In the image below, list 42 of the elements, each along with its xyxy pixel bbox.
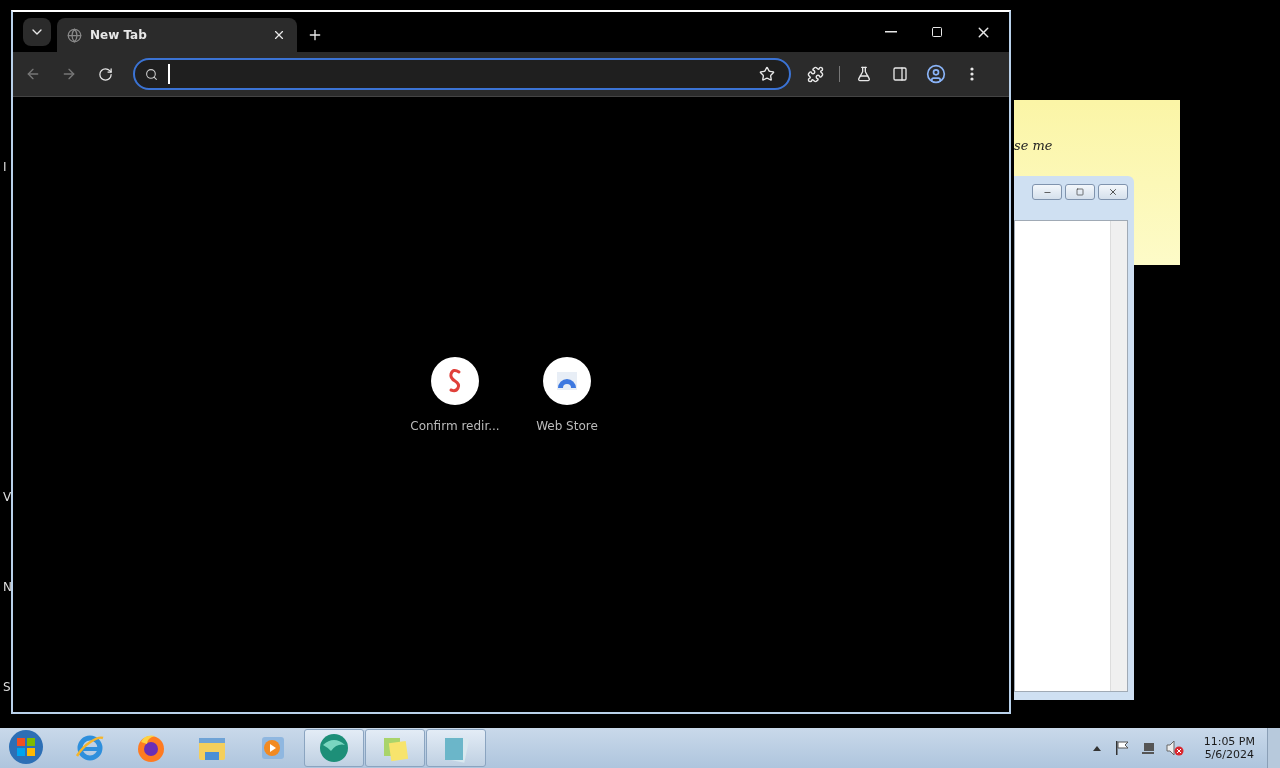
menu-icon (970, 67, 974, 81)
address-bar[interactable] (133, 58, 791, 90)
taskbar-app-button[interactable] (304, 729, 364, 767)
shortcut-tile[interactable]: Web Store (517, 356, 617, 433)
speaker-muted-icon[interactable] (1165, 740, 1184, 756)
desktop-icon-label: I (3, 160, 7, 174)
shortcut-tile[interactable]: Confirm redir... (405, 356, 505, 433)
plus-icon (307, 27, 323, 43)
puzzle-icon (806, 65, 824, 83)
side-panel-icon (892, 66, 908, 82)
desktop-icon-label: V (3, 490, 12, 504)
web-store-icon (555, 369, 579, 392)
reload-icon (97, 66, 113, 82)
close-icon (272, 28, 286, 42)
profile-button[interactable] (924, 62, 948, 86)
maximize-icon (931, 26, 943, 38)
close-icon (1108, 187, 1118, 197)
maximize-icon (1076, 188, 1084, 196)
forward-arrow-icon (61, 66, 77, 82)
user-icon (926, 64, 946, 84)
shortcut-label: Confirm redir... (410, 418, 500, 433)
flask-icon (856, 66, 872, 82)
tab-title: New Tab (90, 28, 148, 42)
clock[interactable]: 11:05 PM 5/6/2024 (1203, 735, 1255, 761)
desktop-icon-label: N (3, 580, 12, 594)
star-icon (759, 66, 775, 82)
windows-logo (7, 728, 45, 766)
clock-time: 11:05 PM (1203, 735, 1255, 748)
caret-up-icon (1092, 745, 1101, 751)
search-icon (145, 67, 158, 81)
tab-search-button[interactable] (23, 18, 51, 46)
browser-tab[interactable]: New Tab (57, 18, 297, 52)
minimize-icon (885, 31, 897, 33)
scrollbar[interactable] (1110, 221, 1127, 691)
network-icon[interactable] (1139, 740, 1156, 756)
desktop-icon-label: S (3, 680, 11, 694)
globe-icon (317, 731, 351, 765)
clock-date: 5/6/2024 (1204, 748, 1255, 761)
note-text: se me (1014, 138, 1053, 153)
globe-icon (67, 27, 82, 43)
flag-icon[interactable] (1113, 740, 1130, 756)
shortcut-label: Web Store (536, 418, 598, 433)
